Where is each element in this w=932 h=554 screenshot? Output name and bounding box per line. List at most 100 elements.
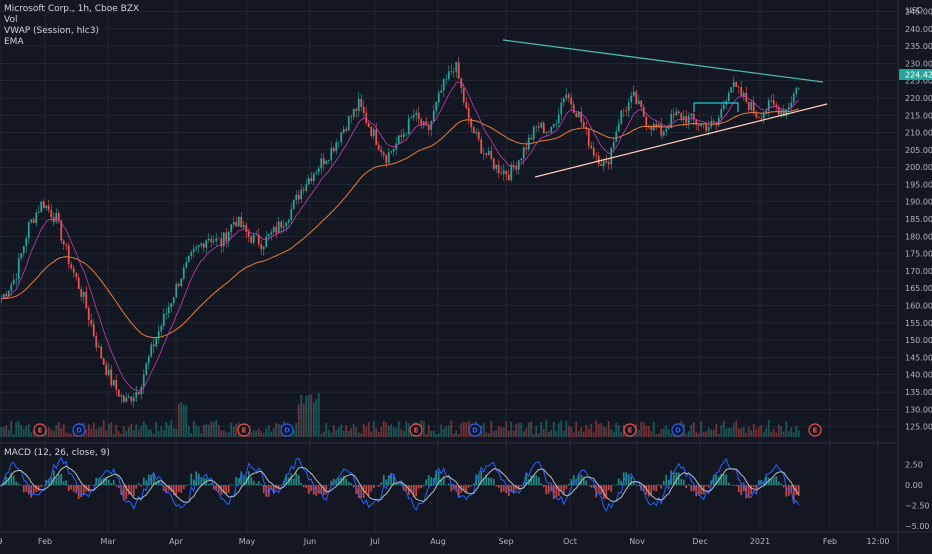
macd-histogram-bar [688, 484, 690, 485]
candle-body [213, 241, 215, 242]
volume-bar [50, 429, 52, 437]
volume-bar [563, 431, 565, 437]
chart-legend[interactable]: Microsoft Corp., 1h, Cboe BZX Vol VWAP (… [4, 4, 139, 48]
macd-histogram-bar [350, 483, 352, 485]
time-tick-label: Mar [100, 537, 116, 546]
macd-histogram-bar [500, 485, 502, 493]
macd-histogram-bar [678, 472, 680, 485]
volume-bar [440, 425, 442, 437]
volume-bar [360, 433, 362, 437]
candle-body [43, 202, 45, 208]
volume-bar [153, 434, 155, 437]
volume-bar [390, 424, 392, 437]
macd-histogram-bar [80, 485, 82, 497]
dividend-event-marker[interactable]: D [672, 424, 684, 436]
macd-histogram-bar [725, 474, 727, 485]
macd-histogram-bar [130, 485, 132, 494]
dividend-event-marker[interactable]: D [469, 424, 481, 436]
volume-bar [260, 431, 262, 437]
earnings-event-marker[interactable]: E [410, 424, 422, 436]
volume-bar [265, 428, 267, 437]
candle-body [755, 113, 757, 117]
volume-bar [715, 424, 717, 437]
macd-histogram-bar [775, 476, 777, 485]
macd-histogram-bar [608, 485, 610, 490]
last-price-marker: 224.42 [899, 69, 932, 80]
macd-histogram-bar [585, 481, 587, 486]
volume-bar [433, 431, 435, 437]
legend-volume[interactable]: Vol [4, 15, 139, 26]
chart-area[interactable]: EDEDEDEDE 245.00240.00235.00230.00225.00… [0, 0, 932, 550]
volume-bar [148, 429, 150, 437]
dividend-event-marker[interactable]: D [281, 424, 293, 436]
volume-bar [163, 430, 165, 437]
volume-bar [395, 428, 397, 437]
volume-bar [783, 432, 785, 437]
macd-histogram-bar [190, 474, 192, 486]
candle-body [765, 111, 767, 113]
macd-legend[interactable]: MACD (12, 26, close, 9) [4, 448, 110, 458]
volume-bar [93, 423, 95, 437]
earnings-event-marker[interactable]: E [624, 424, 636, 436]
candle-body [625, 111, 627, 112]
volume-bar [795, 426, 797, 437]
legend-vwap[interactable]: VWAP (Session, hlc3) [4, 26, 139, 37]
volume-bar [640, 422, 642, 437]
volume-bar [353, 424, 355, 437]
candle-body [435, 102, 437, 111]
volume-bar [435, 434, 437, 437]
volume-bar [663, 428, 665, 437]
event-letter: E [38, 427, 43, 435]
volume-bar [690, 425, 692, 437]
candle-body [268, 234, 270, 236]
candle-body [63, 241, 65, 245]
macd-histogram-bar [430, 477, 432, 485]
macd-histogram-bar [300, 483, 302, 486]
volume-bar [670, 433, 672, 437]
macd-histogram-bar [23, 485, 25, 492]
macd-histogram-bar [468, 485, 470, 488]
price-chart-svg[interactable]: EDEDEDEDE 245.00240.00235.00230.00225.00… [0, 0, 932, 550]
legend-ema[interactable]: EMA [4, 37, 139, 48]
volume-bar [698, 433, 700, 437]
price-tick-label: 235.00 [905, 42, 932, 51]
candle-body [168, 307, 170, 313]
candle-body [245, 225, 247, 232]
volume-bar [515, 424, 517, 437]
volume-bar [198, 427, 200, 437]
volume-bar [750, 430, 752, 437]
macd-histogram-bar [750, 485, 752, 494]
candle-body [185, 262, 187, 268]
volume-bar [523, 431, 525, 437]
earnings-event-marker[interactable]: E [238, 424, 250, 436]
candle-body [400, 135, 402, 136]
macd-histogram-bar [663, 481, 665, 485]
volume-bar [343, 431, 345, 437]
candle-body [333, 148, 335, 151]
dividend-event-marker[interactable]: D [73, 424, 85, 436]
candle-body [420, 119, 422, 125]
candle-body [110, 369, 112, 385]
volume-bar [205, 424, 207, 437]
time-tick-label: May [239, 537, 256, 546]
symbol-title[interactable]: Microsoft Corp., 1h, Cboe BZX [4, 4, 139, 15]
volume-bar [730, 428, 732, 437]
earnings-event-marker[interactable]: E [809, 424, 821, 436]
candle-body [548, 132, 550, 133]
candle-body [555, 123, 557, 124]
candle-body [285, 223, 287, 227]
volume-bar [333, 425, 335, 437]
earnings-event-marker[interactable]: E [34, 424, 46, 436]
volume-bar [90, 429, 92, 437]
volume-bar [330, 433, 332, 437]
volume-bar [48, 427, 50, 437]
volume-bar [490, 421, 492, 437]
volume-bar [278, 424, 280, 437]
candle-body [35, 213, 37, 223]
candle-body [288, 220, 290, 222]
macd-histogram-bar [13, 476, 15, 486]
volume-bar [300, 395, 302, 437]
candle-body [308, 178, 310, 184]
candle-body [78, 277, 80, 289]
candle-body [780, 110, 782, 114]
